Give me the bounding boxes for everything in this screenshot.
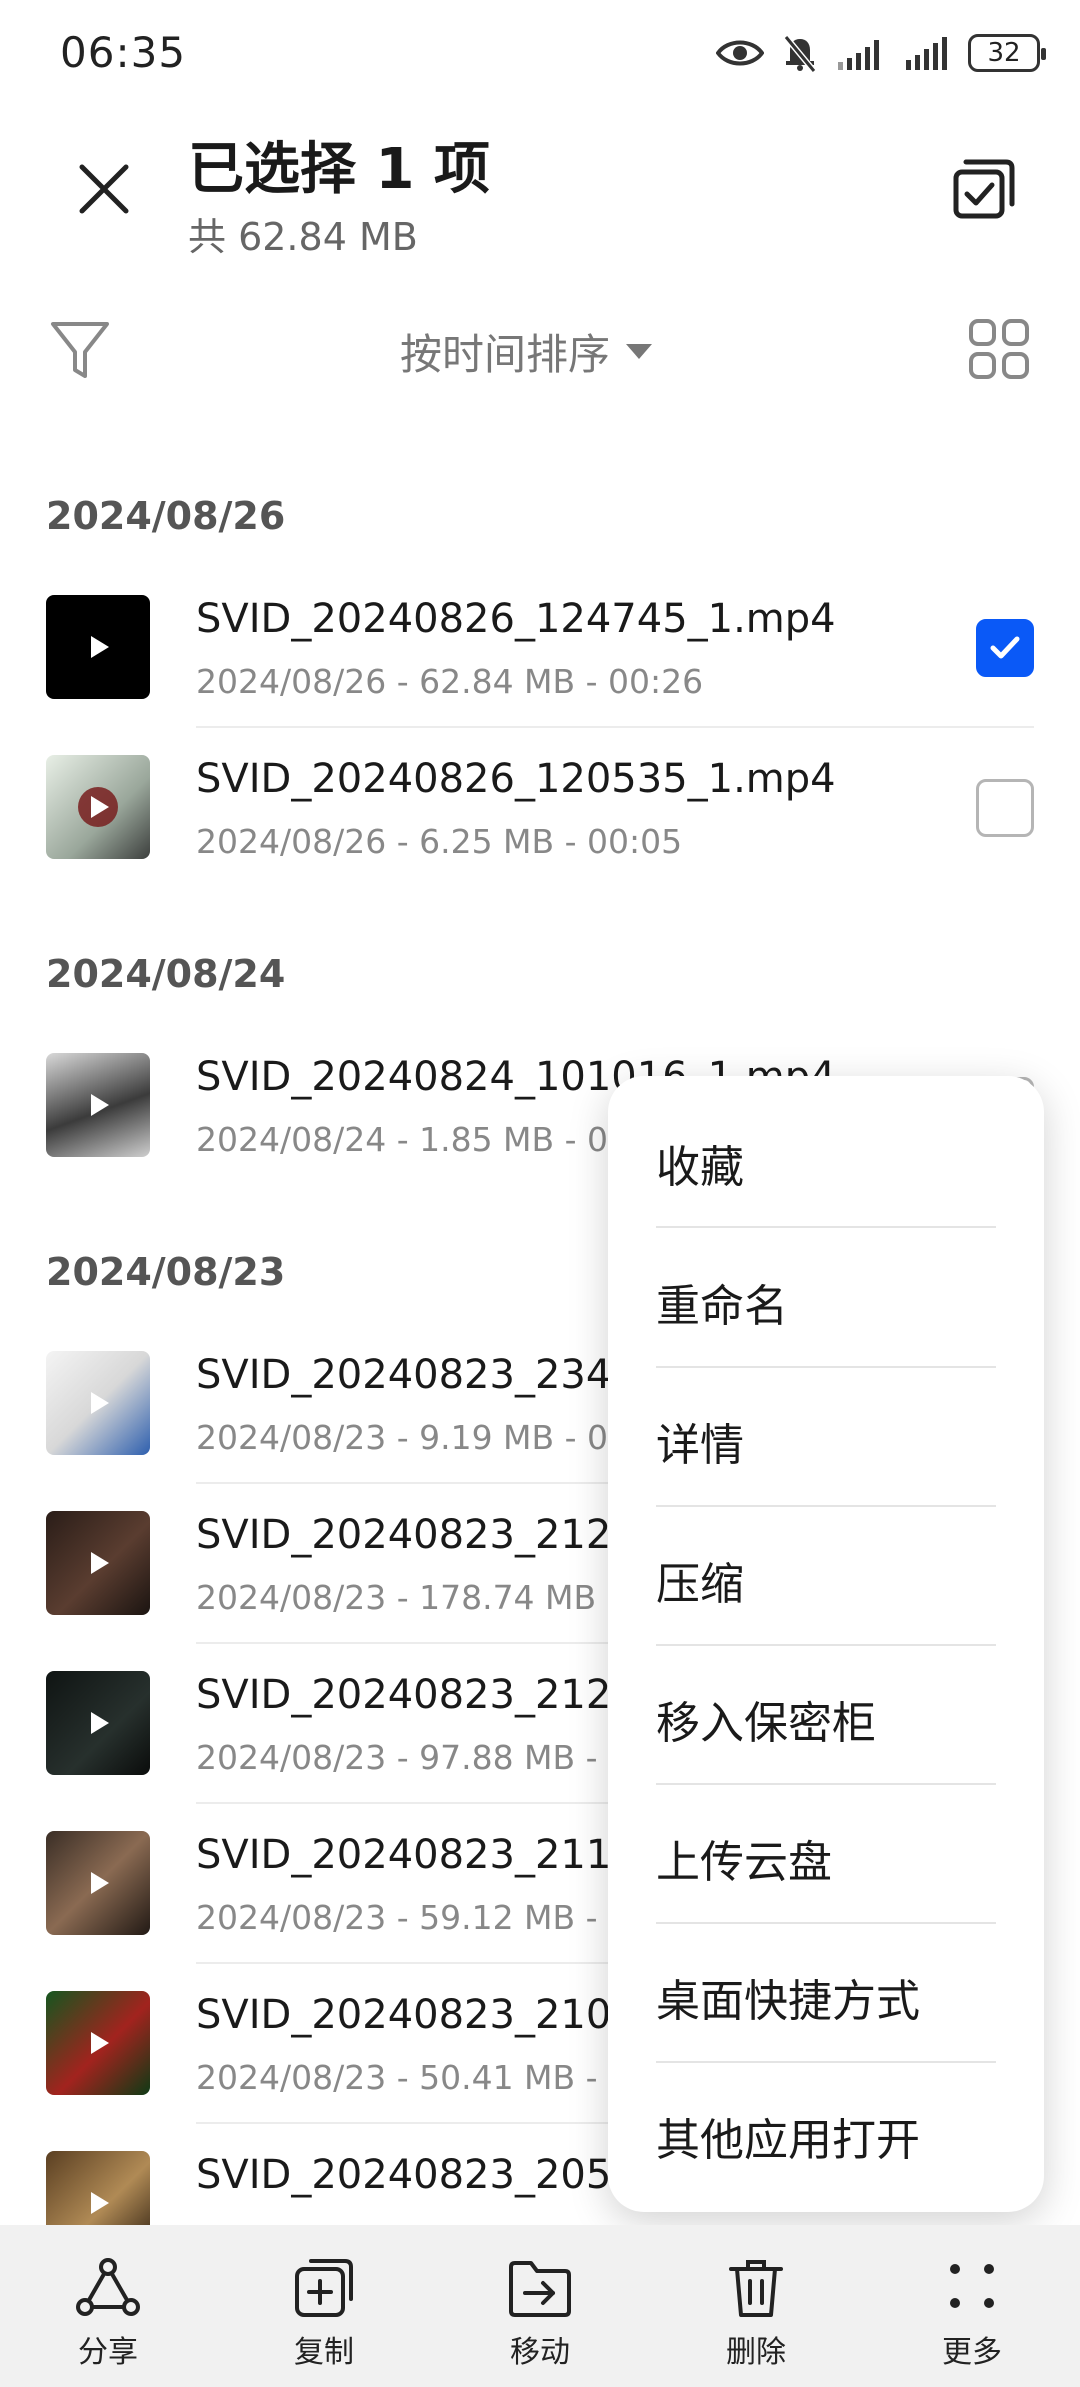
file-meta: 2024/08/23 - 9.19 MB - 00	[196, 1418, 630, 1457]
file-name: SVID_20240823_23493	[196, 1352, 663, 1398]
eye-icon	[716, 40, 764, 66]
file-name: SVID_20240823_21290	[196, 1512, 663, 1558]
menu-divider	[656, 1644, 996, 1646]
battery-level: 32	[987, 38, 1021, 68]
file-name: SVID_20240823_20581	[196, 2152, 663, 2198]
select-all-icon	[953, 159, 1015, 219]
file-row[interactable]: SVID_20240826_124745_1.mp4 2024/08/26 - …	[0, 568, 1080, 728]
play-icon	[91, 1392, 109, 1414]
sort-label: 按时间排序	[400, 329, 611, 379]
video-thumbnail	[46, 1511, 150, 1615]
video-thumbnail	[46, 2151, 150, 2225]
more-icon	[950, 2264, 994, 2308]
play-icon	[91, 1712, 109, 1734]
file-meta: 2024/08/23 - 178.74 MB -	[196, 1578, 619, 1617]
signal-2-icon	[906, 37, 947, 70]
copy-label: 复制	[294, 2335, 354, 2370]
grid-view-icon	[969, 319, 1029, 379]
video-thumbnail	[46, 595, 150, 699]
file-name: SVID_20240823_21032	[196, 1992, 663, 2038]
filter-icon	[51, 322, 109, 378]
file-meta: 2024/08/23 - 50.41 MB - 0	[196, 2058, 630, 2097]
status-bar: 06:35 32	[0, 0, 1080, 110]
menu-item-desktop-shortcut[interactable]: 桌面快捷方式	[656, 1927, 996, 2066]
play-icon	[91, 2192, 109, 2214]
share-button[interactable]: 分享	[0, 2225, 216, 2387]
share-icon	[76, 2258, 140, 2316]
list-toolbar: 按时间排序	[0, 300, 1080, 400]
menu-divider	[656, 1505, 996, 1507]
menu-divider	[656, 1366, 996, 1368]
menu-divider	[656, 1783, 996, 1785]
file-meta: 2024/08/24 - 1.85 MB - 00	[196, 1120, 630, 1159]
menu-divider	[656, 2061, 996, 2063]
file-row[interactable]: SVID_20240826_120535_1.mp4 2024/08/26 - …	[0, 728, 1080, 888]
file-meta: 2024/08/26 - 6.25 MB - 00:05	[196, 822, 683, 861]
menu-item-favorite[interactable]: 收藏	[656, 1093, 996, 1232]
file-name: SVID_20240826_124745_1.mp4	[196, 596, 836, 642]
mute-bell-icon	[783, 35, 817, 73]
move-icon	[509, 2261, 571, 2317]
move-label: 移动	[510, 2335, 570, 2370]
file-name: SVID_20240823_21233	[196, 1672, 663, 1718]
share-label: 分享	[78, 2335, 138, 2370]
date-header: 2024/08/24	[46, 952, 286, 996]
menu-divider	[656, 1922, 996, 1924]
more-label: 更多	[942, 2335, 1002, 2370]
play-icon	[91, 2032, 109, 2054]
move-button[interactable]: 移动	[432, 2225, 648, 2387]
file-checkbox[interactable]	[976, 779, 1034, 837]
file-name: SVID_20240826_120535_1.mp4	[196, 756, 836, 802]
play-badge	[78, 787, 118, 827]
checkmark-icon	[990, 636, 1020, 659]
file-meta: 2024/08/23 - 97.88 MB - 0	[196, 1738, 630, 1777]
file-meta: 2024/08/23 - 59.12 MB - 0	[196, 1898, 630, 1937]
close-selection-button[interactable]	[70, 155, 138, 223]
date-header: 2024/08/26	[46, 494, 286, 538]
menu-item-move-to-safe[interactable]: 移入保密柜	[656, 1649, 996, 1788]
video-thumbnail	[46, 755, 150, 859]
caret-down-icon	[626, 343, 653, 359]
more-button[interactable]: 更多	[864, 2225, 1080, 2387]
battery-indicator: 32	[968, 34, 1046, 72]
menu-item-compress[interactable]: 压缩	[656, 1510, 996, 1649]
play-icon	[91, 796, 109, 818]
date-header: 2024/08/23	[46, 1250, 286, 1294]
menu-item-upload-cloud[interactable]: 上传云盘	[656, 1788, 996, 1927]
file-checkbox-checked[interactable]	[976, 619, 1034, 677]
menu-divider	[656, 1226, 996, 1228]
play-icon	[91, 636, 109, 658]
status-icons: 32	[716, 28, 1046, 78]
play-icon	[91, 1094, 109, 1116]
video-thumbnail	[46, 1351, 150, 1455]
delete-icon	[729, 2260, 783, 2317]
file-name: SVID_20240823_21130	[196, 1832, 663, 1878]
play-icon	[91, 1552, 109, 1574]
selection-size: 共 62.84 MB	[188, 215, 418, 259]
delete-button[interactable]: 删除	[648, 2225, 864, 2387]
select-all-button[interactable]	[948, 152, 1020, 224]
copy-icon	[295, 2259, 353, 2317]
play-icon	[91, 1872, 109, 1894]
copy-button[interactable]: 复制	[216, 2225, 432, 2387]
filter-button[interactable]	[45, 314, 115, 384]
more-options-menu: 收藏 重命名 详情 压缩 移入保密柜 上传云盘 桌面快捷方式 其他应用打开	[608, 1076, 1044, 2212]
page-title: 已选择 1 项	[188, 137, 490, 202]
bottom-action-bar: 分享 复制 移动 删除 更多	[0, 2225, 1080, 2387]
signal-1-icon	[838, 40, 879, 70]
menu-item-open-with[interactable]: 其他应用打开	[656, 2066, 996, 2205]
selection-header: 已选择 1 项 共 62.84 MB	[0, 110, 1080, 280]
video-thumbnail	[46, 1671, 150, 1775]
video-thumbnail	[46, 1831, 150, 1935]
video-thumbnail	[46, 1053, 150, 1157]
menu-item-rename[interactable]: 重命名	[656, 1232, 996, 1371]
menu-item-details[interactable]: 详情	[656, 1371, 996, 1510]
sort-dropdown[interactable]: 按时间排序	[400, 316, 653, 386]
delete-label: 删除	[726, 2335, 786, 2370]
status-time: 06:35	[60, 28, 187, 77]
grid-view-button[interactable]	[968, 318, 1030, 380]
close-icon	[79, 164, 129, 214]
file-meta: 2024/08/26 - 62.84 MB - 00:26	[196, 662, 704, 701]
video-thumbnail	[46, 1991, 150, 2095]
